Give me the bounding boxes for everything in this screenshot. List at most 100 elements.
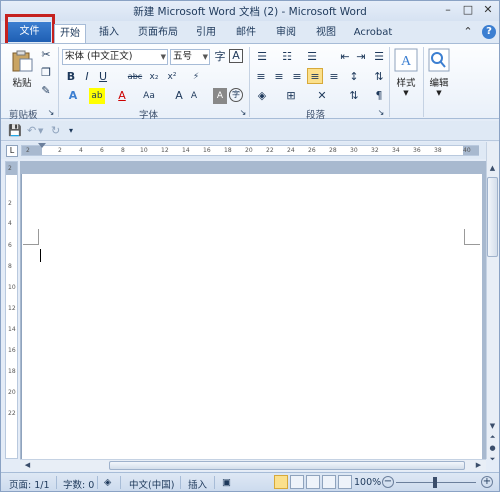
font-size-combo[interactable]: 五号 ▼ xyxy=(170,49,210,65)
shrink-font-button[interactable]: A xyxy=(188,88,200,104)
clipboard-group-label: 剪贴板 xyxy=(9,110,38,121)
justify-icon[interactable]: ≡ xyxy=(307,68,323,84)
language-status[interactable]: 中文(中国) xyxy=(129,477,174,491)
sort-az-icon[interactable]: ⇅ xyxy=(347,88,361,104)
maximize-button[interactable]: □ xyxy=(459,3,477,17)
multilevel-list-icon[interactable]: ☰ xyxy=(304,49,320,65)
show-marks-icon[interactable]: ¶ xyxy=(372,88,386,104)
asian-layout-icon[interactable]: ✕ xyxy=(314,88,330,104)
word-count[interactable]: 字数: 0 xyxy=(63,477,94,491)
editing-button[interactable]: 编辑 ▼ xyxy=(427,48,451,97)
decrease-indent-icon[interactable]: ⇤ xyxy=(338,49,352,65)
subscript-button[interactable]: x₂ xyxy=(147,69,161,85)
format-painter-icon[interactable]: ✎ xyxy=(39,83,53,99)
char-shading-button[interactable]: A xyxy=(213,88,227,104)
italic-button[interactable]: I xyxy=(81,69,93,85)
horizontal-scroll-thumb[interactable] xyxy=(109,461,465,470)
strikethrough-button[interactable]: abc xyxy=(127,69,143,85)
case-button[interactable]: Aa xyxy=(141,88,157,104)
save-icon[interactable]: 💾 xyxy=(8,124,22,137)
paragraph-launcher-icon[interactable]: ↘ xyxy=(376,105,386,121)
numbering-icon[interactable]: ☷ xyxy=(279,49,295,65)
tab-view[interactable]: 视图 xyxy=(311,24,341,43)
indent-marker[interactable] xyxy=(38,143,46,148)
chevron-down-icon: ▼ xyxy=(202,53,208,61)
superscript-button[interactable]: x² xyxy=(165,69,179,85)
chevron-down-icon[interactable]: ▼ xyxy=(38,127,43,135)
vertical-ruler[interactable]: 2 2 4 6 8 10 12 14 16 18 20 22 xyxy=(5,161,18,459)
prev-page-icon[interactable]: ⏶ xyxy=(487,432,498,443)
scroll-up-icon[interactable]: ▲ xyxy=(487,163,498,174)
outline-view-icon[interactable] xyxy=(322,475,336,489)
align-right-icon[interactable]: ≡ xyxy=(290,69,304,85)
font-color-button[interactable]: A xyxy=(115,88,129,104)
next-page-icon[interactable]: ⏷ xyxy=(487,454,498,465)
phonetic-guide-icon[interactable]: 字 xyxy=(213,49,227,65)
scroll-down-icon[interactable]: ▼ xyxy=(487,421,498,432)
tab-home[interactable]: 开始 xyxy=(54,24,86,43)
borders-icon[interactable]: ⊞ xyxy=(283,88,299,104)
macro-record-icon[interactable]: ▣ xyxy=(222,477,231,488)
web-layout-view-icon[interactable] xyxy=(306,475,320,489)
bold-button[interactable]: B xyxy=(65,69,77,85)
zoom-level[interactable]: 100% xyxy=(354,477,381,488)
tab-review[interactable]: 审阅 xyxy=(271,24,301,43)
line-spacing-icon[interactable]: ↕ xyxy=(347,69,361,85)
scroll-right-icon[interactable]: ▶ xyxy=(473,460,484,471)
char-border-icon[interactable]: A xyxy=(229,49,243,63)
cut-icon[interactable]: ✂ xyxy=(39,47,53,63)
zoom-out-icon[interactable]: − xyxy=(382,476,394,488)
paste-button[interactable]: 粘贴 xyxy=(7,50,37,89)
text-effects-icon[interactable]: ⚡ xyxy=(187,69,205,85)
tab-selector-icon[interactable]: L xyxy=(6,145,18,157)
minimize-button[interactable]: – xyxy=(439,3,457,17)
font-group-label: 字体 xyxy=(139,110,159,121)
tab-insert[interactable]: 插入 xyxy=(94,24,124,43)
styles-button[interactable]: A 样式 ▼ xyxy=(393,48,419,97)
highlight-button[interactable]: ab xyxy=(89,88,105,104)
tab-mailings[interactable]: 邮件 xyxy=(231,24,261,43)
divider xyxy=(97,476,98,489)
increase-indent-icon[interactable]: ⇥ xyxy=(354,49,368,65)
undo-icon[interactable]: ↶ xyxy=(27,124,36,137)
text-cursor xyxy=(40,249,41,262)
browse-object-icon[interactable]: ● xyxy=(487,443,498,454)
sort-icon[interactable]: ⇅ xyxy=(372,69,386,85)
full-screen-view-icon[interactable] xyxy=(290,475,304,489)
insert-mode-status[interactable]: 插入 xyxy=(188,477,207,491)
print-layout-view-icon[interactable] xyxy=(274,475,288,489)
chinese-layout-icon[interactable]: ☰ xyxy=(372,49,386,65)
underline-button[interactable]: U xyxy=(97,69,109,85)
redo-icon[interactable]: ↻ xyxy=(51,124,60,137)
tab-page-layout[interactable]: 页面布局 xyxy=(135,24,181,43)
customize-toolbar-icon[interactable]: ▾ xyxy=(69,126,73,135)
align-center-icon[interactable]: ≡ xyxy=(272,69,286,85)
help-icon[interactable]: ? xyxy=(482,25,496,39)
text-effect-button[interactable]: A xyxy=(65,88,81,104)
zoom-in-icon[interactable]: + xyxy=(481,476,493,488)
copy-icon[interactable]: ❐ xyxy=(39,65,53,81)
ribbon-minimize-icon[interactable]: ⌃ xyxy=(459,25,477,39)
align-left-icon[interactable]: ≡ xyxy=(254,69,268,85)
font-name-combo[interactable]: 宋体 (中文正文) ▼ xyxy=(62,49,168,65)
distributed-icon[interactable]: ≡ xyxy=(327,69,341,85)
divider xyxy=(58,47,59,117)
bullets-icon[interactable]: ☰ xyxy=(254,49,270,65)
enclose-char-button[interactable]: 字 xyxy=(229,88,243,102)
clipboard-launcher-icon[interactable]: ↘ xyxy=(46,105,56,121)
scroll-thumb[interactable] xyxy=(487,177,498,257)
font-launcher-icon[interactable]: ↘ xyxy=(238,105,248,121)
close-button[interactable]: ✕ xyxy=(479,3,497,17)
shading-icon[interactable]: ◈ xyxy=(254,88,270,104)
horizontal-ruler[interactable]: 2 2 4 6 8 10 12 14 16 18 20 22 24 26 28 … xyxy=(21,143,479,156)
document-page[interactable] xyxy=(21,174,482,459)
tab-references[interactable]: 引用 xyxy=(191,24,221,43)
tab-acrobat[interactable]: Acrobat xyxy=(351,24,395,43)
grow-font-button[interactable]: A xyxy=(172,88,186,104)
zoom-slider-thumb[interactable] xyxy=(433,477,437,488)
page-count[interactable]: 页面: 1/1 xyxy=(9,477,50,491)
draft-view-icon[interactable] xyxy=(338,475,352,489)
proofing-icon[interactable]: ◈ xyxy=(104,477,111,488)
chevron-down-icon: ▼ xyxy=(436,89,442,97)
scroll-left-icon[interactable]: ◀ xyxy=(22,460,33,471)
